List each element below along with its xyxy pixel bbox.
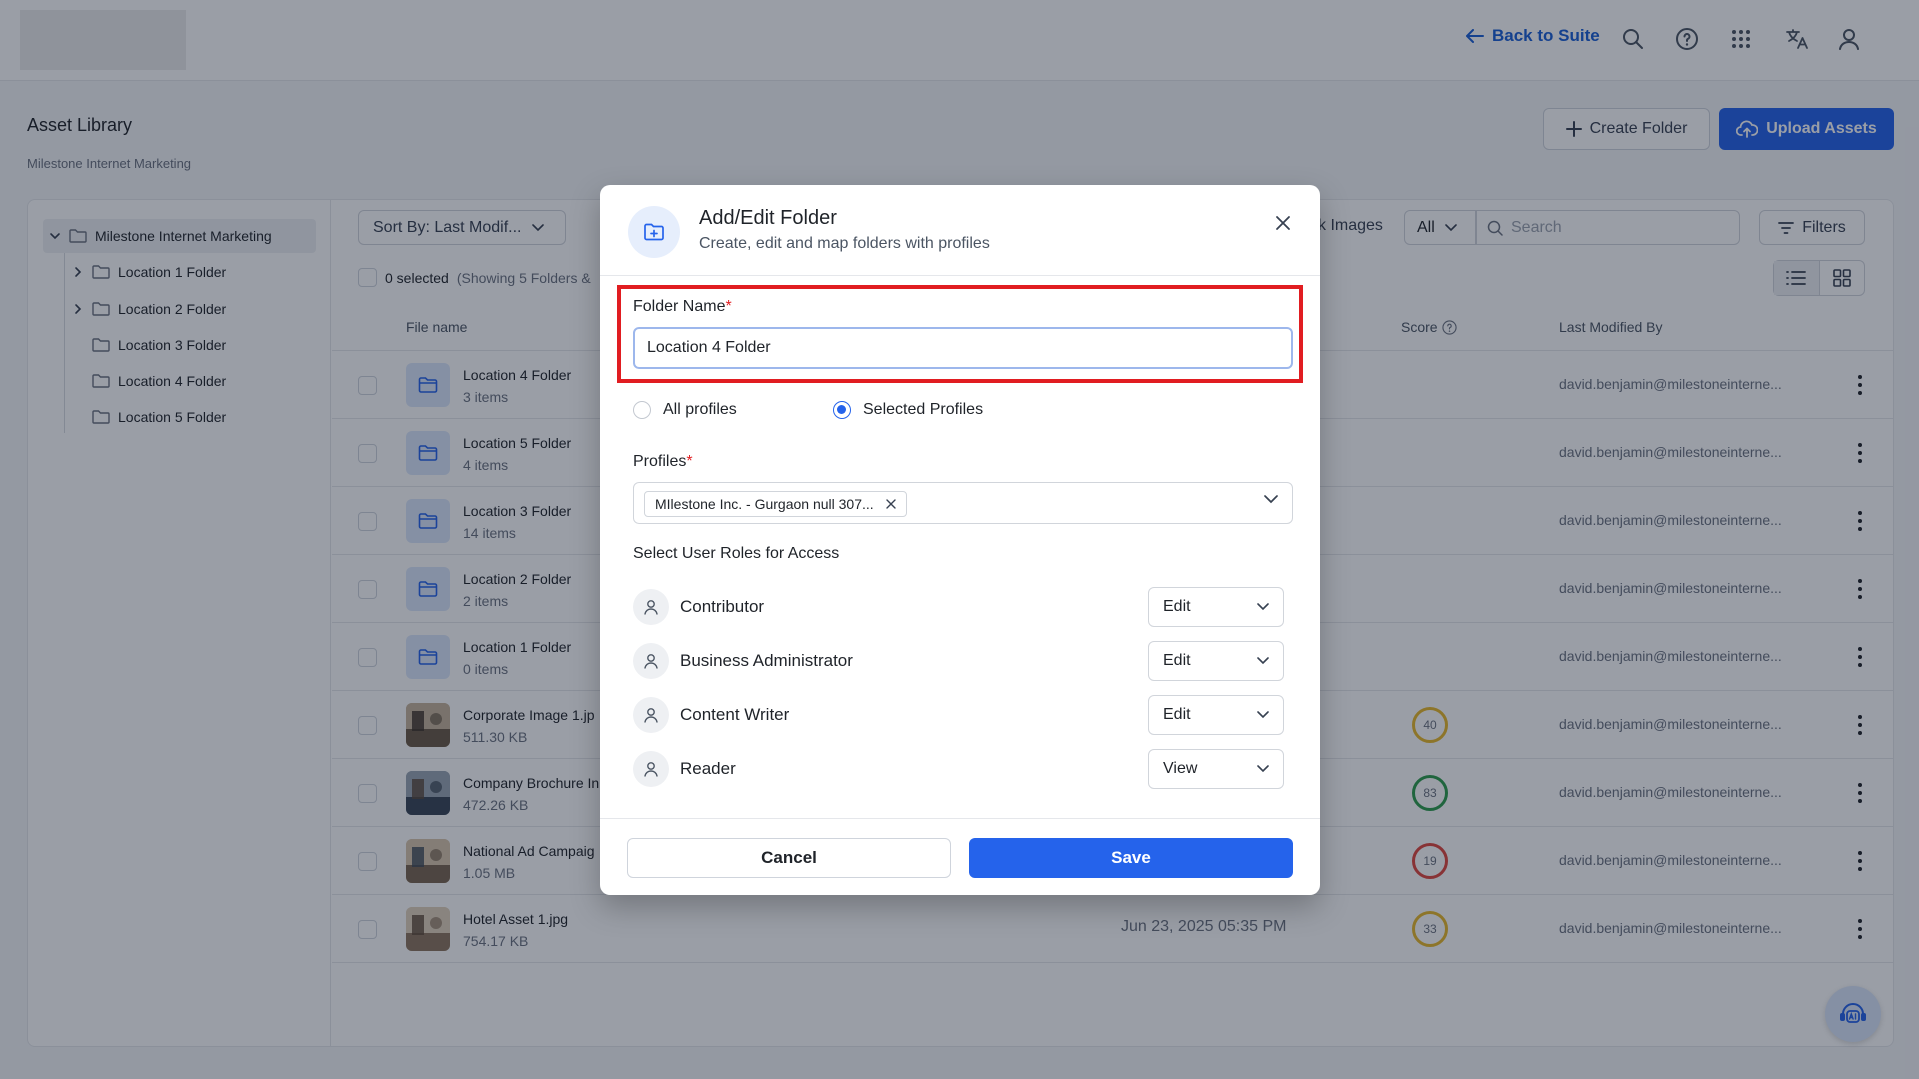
role-access-dropdown[interactable]: View (1148, 749, 1284, 789)
user-icon (633, 589, 669, 625)
role-access-value: Edit (1163, 598, 1191, 615)
add-edit-folder-dialog: Add/Edit Folder Create, edit and map fol… (600, 185, 1320, 895)
remove-chip-icon[interactable] (885, 499, 896, 509)
role-name: Contributor (680, 597, 765, 616)
required-mark: * (725, 298, 732, 315)
radio-label: Selected Profiles (863, 401, 984, 418)
profiles-multiselect[interactable]: MIlestone Inc. - Gurgaon null 307... (633, 482, 1293, 524)
save-button[interactable]: Save (969, 838, 1293, 878)
required-mark: * (686, 453, 693, 470)
folder-add-icon (628, 206, 680, 258)
role-name: Business Administrator (680, 651, 853, 670)
role-access-value: Edit (1163, 652, 1191, 669)
role-name: Content Writer (680, 705, 790, 724)
dialog-subtitle: Create, edit and map folders with profil… (699, 235, 990, 252)
role-row-content-writer: Content Writer Edit (633, 695, 1285, 735)
role-row-reader: Reader View (633, 749, 1285, 789)
dialog-footer-divider (600, 818, 1320, 819)
chevron-down-icon (1257, 603, 1269, 611)
profiles-label-text: Profiles (633, 453, 687, 470)
role-access-dropdown[interactable]: Edit (1148, 641, 1284, 681)
chevron-down-icon (1257, 657, 1269, 665)
close-icon[interactable] (1270, 210, 1296, 236)
roles-heading: Select User Roles for Access (633, 545, 840, 562)
folder-name-label-text: Folder Name (633, 298, 726, 315)
radio-label: All profiles (663, 401, 737, 418)
folder-name-label: Folder Name* (633, 298, 732, 316)
radio-button-selected[interactable] (833, 401, 851, 419)
user-icon (633, 697, 669, 733)
dialog-title: Add/Edit Folder (699, 207, 837, 229)
profile-chip-label: MIlestone Inc. - Gurgaon null 307... (655, 496, 874, 512)
role-row-business-administrator: Business Administrator Edit (633, 641, 1285, 681)
dialog-header-divider (600, 275, 1320, 276)
role-access-dropdown[interactable]: Edit (1148, 587, 1284, 627)
folder-name-input[interactable] (633, 327, 1293, 369)
profile-chip: MIlestone Inc. - Gurgaon null 307... (644, 491, 907, 517)
cancel-button[interactable]: Cancel (627, 838, 951, 878)
chevron-down-icon[interactable] (1264, 495, 1278, 504)
profiles-label: Profiles* (633, 453, 693, 471)
user-icon (633, 643, 669, 679)
user-icon (633, 751, 669, 787)
role-name: Reader (680, 759, 736, 778)
role-row-contributor: Contributor Edit (633, 587, 1285, 627)
radio-button[interactable] (633, 401, 651, 419)
role-access-value: Edit (1163, 706, 1191, 723)
role-access-value: View (1163, 760, 1198, 777)
chevron-down-icon (1257, 765, 1269, 773)
radio-all-profiles[interactable]: All profiles (633, 401, 737, 419)
radio-selected-profiles[interactable]: Selected Profiles (833, 401, 983, 419)
role-access-dropdown[interactable]: Edit (1148, 695, 1284, 735)
chevron-down-icon (1257, 711, 1269, 719)
